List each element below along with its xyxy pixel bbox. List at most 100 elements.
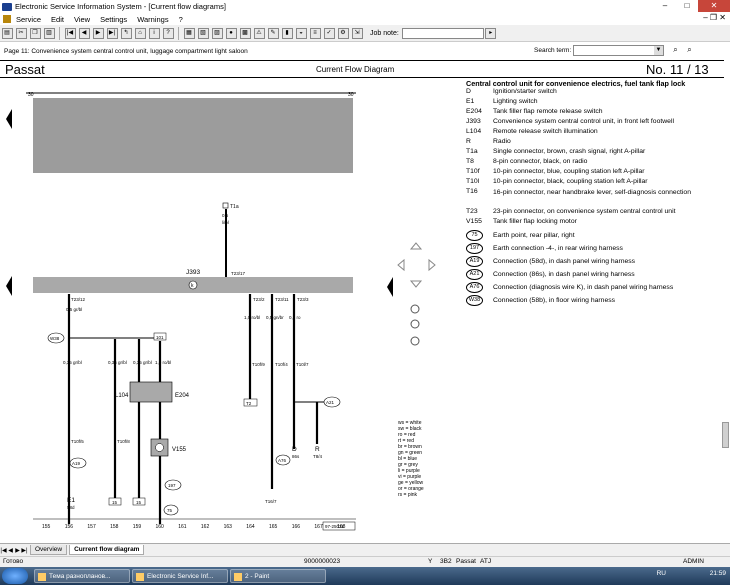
filter-icon[interactable]: ▨ [211,27,223,39]
legend-title: Central control unit for convenience ele… [466,79,686,88]
menu-settings[interactable]: Settings [95,15,132,24]
language-indicator[interactable]: RU [657,570,666,577]
taskbar-item-active[interactable]: Electronic Service Inf... [132,569,228,583]
status-ready: Готово [3,558,24,565]
car-icon[interactable]: ◒ [295,27,307,39]
mdi-controls[interactable]: – ❐ ✕ [703,13,726,22]
page-info-bar: Page 11: Convenience system central cont… [0,44,730,58]
svg-text:T10f/9: T10f/9 [252,362,265,367]
search-next-icon[interactable]: ⌕ [684,45,695,56]
minimize-button[interactable]: – [654,0,676,12]
home-icon[interactable]: ⌂ [134,27,146,39]
export-icon[interactable]: ⇲ [351,27,363,39]
toolbar-separator [178,26,179,40]
tab-overview[interactable]: Overview [30,545,68,555]
menu-view[interactable]: View [69,15,95,24]
job-note-apply-icon[interactable]: ▸ [485,27,497,39]
terminal-30-left: 30 [28,92,34,98]
help-icon[interactable]: ? [162,27,174,39]
svg-text:86s: 86s [292,454,300,459]
column-number: 156 [65,524,74,530]
menu-service[interactable]: Service [11,15,46,24]
column-number: 167 [314,524,323,530]
browser-icon [38,573,46,581]
info-icon[interactable]: i [148,27,160,39]
tab-scroll-last-icon[interactable]: ▶| [21,547,28,554]
svg-text:1,0 ro/bl: 1,0 ro/bl [155,360,171,365]
document-header: Passat Current Flow Diagram No. 11 / 13 [0,60,724,78]
svg-text:E204: E204 [175,393,190,399]
svg-text:0,35 gr/bl: 0,35 gr/bl [63,360,82,365]
svg-text:T10f/4: T10f/4 [275,362,288,367]
job-note-input[interactable] [401,27,484,39]
first-page-icon[interactable]: |◀ [64,27,76,39]
tools-icon[interactable]: ✎ [267,27,279,39]
back-icon[interactable]: ↰ [120,27,132,39]
app-icon [136,573,144,581]
menu-warnings[interactable]: Warnings [132,15,173,24]
status-code: 3B2 [440,558,452,565]
menu-help[interactable]: ? [174,15,188,24]
svg-text:A19: A19 [72,461,81,466]
app-icon [2,2,12,11]
taskbar-item[interactable]: 2 - Paint [230,569,326,583]
job-note-label: Job note: [370,29,399,37]
column-number: 160 [156,524,165,530]
zoom-in-icon[interactable] [410,304,420,314]
tab-scroll-prev-icon[interactable]: ◀ [7,547,14,554]
svg-text:197: 197 [168,483,176,488]
next-page-icon[interactable]: ▶ [92,27,104,39]
stop-icon[interactable]: ● [225,27,237,39]
prev-page-arrow-icon[interactable] [6,109,12,129]
column-number: 165 [269,524,278,530]
taskbar-item[interactable]: Тема разнопланов... [34,569,130,583]
print-icon[interactable]: ▤ [1,27,13,39]
search-label: Search term: [534,47,572,54]
system-menu-icon[interactable] [3,15,11,23]
maximize-button[interactable]: □ [676,0,698,12]
prev-page-arrow-icon[interactable] [6,276,12,296]
cut-icon[interactable]: ✂ [15,27,27,39]
prev-page-icon[interactable]: ◀ [78,27,90,39]
column-number: 157 [87,524,96,530]
gear-icon[interactable]: ⚙ [337,27,349,39]
svg-text:T10l/7: T10l/7 [296,362,309,367]
document-icon[interactable]: ▦ [183,27,195,39]
status-model: Passat [456,558,476,565]
book-icon[interactable]: ▧ [197,27,209,39]
search-input[interactable]: ▼ [573,45,664,56]
column-number: 161 [178,524,187,530]
pan-right-icon[interactable] [428,258,436,272]
chevron-down-icon[interactable]: ▼ [654,46,663,55]
t1a-pin: T23/17 [231,271,246,276]
tab-current-flow-diagram[interactable]: Current flow diagram [69,545,145,555]
fuel-icon[interactable]: ▮ [281,27,293,39]
next-page-arrow-icon[interactable] [387,277,393,297]
pan-up-icon[interactable] [409,242,423,250]
e204-switch [129,381,173,403]
menu-edit[interactable]: Edit [46,15,69,24]
column-number: 158 [110,524,119,530]
window-title: Electronic Service Information System - … [15,2,226,11]
close-button[interactable]: ✕ [698,0,730,12]
svg-text:15: 15 [112,500,118,505]
box-101: 101 [156,335,164,340]
tab-scroll-first-icon[interactable]: |◀ [0,547,7,554]
window-controls: – □ ✕ [654,0,730,12]
copy-icon[interactable]: ❐ [29,27,41,39]
check-icon[interactable]: ✓ [323,27,335,39]
zoom-out-icon[interactable] [410,319,420,329]
warning-icon[interactable]: ⚠ [253,27,265,39]
svg-text:R: R [315,446,320,453]
pan-left-icon[interactable] [397,258,405,272]
vertical-scrollbar-thumb[interactable] [722,422,729,448]
zoom-fit-icon[interactable] [410,336,420,346]
diagram-icon[interactable]: ▩ [239,27,251,39]
search-icon[interactable]: ⌕ [670,45,681,56]
last-page-icon[interactable]: ▶| [106,27,118,39]
tab-scroll-next-icon[interactable]: ▶ [14,547,21,554]
start-button[interactable] [2,568,28,584]
list-icon[interactable]: ≡ [309,27,321,39]
pan-down-icon[interactable] [409,280,423,288]
paste-icon[interactable]: ▥ [43,27,55,39]
